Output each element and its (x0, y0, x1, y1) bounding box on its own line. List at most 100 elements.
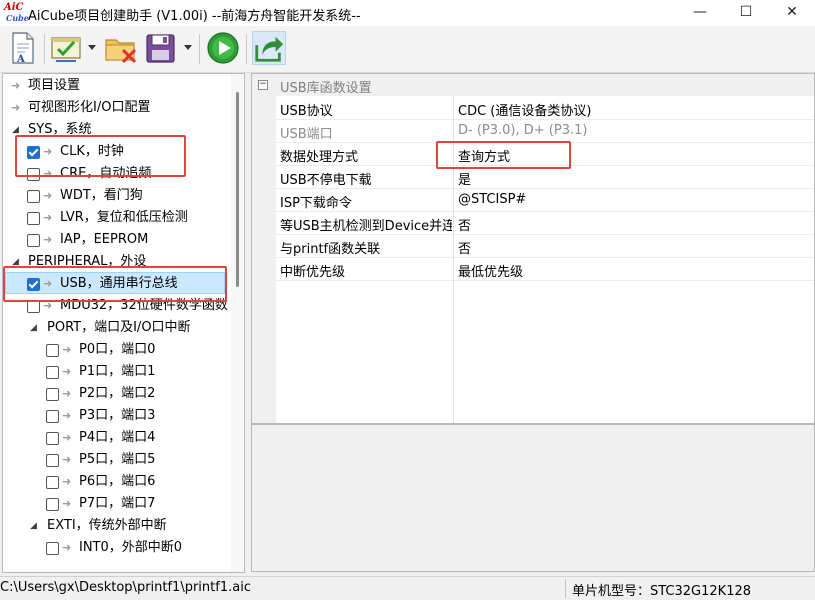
property-row-usb-download[interactable]: USB不停电下载 是 (276, 166, 814, 189)
check-list-icon (51, 37, 81, 62)
arrow-icon: ➜ (43, 145, 53, 158)
property-category[interactable]: − USB库函数设置 (252, 74, 814, 96)
checkbox-p6[interactable] (46, 476, 59, 489)
property-name: 与printf函数关联 (280, 242, 381, 257)
arrow-icon: ➜ (11, 79, 21, 92)
arrow-icon: ➜ (43, 233, 53, 246)
property-value[interactable]: 查询方式 (458, 146, 510, 165)
property-row-data-processing[interactable]: 数据处理方式 查询方式 (276, 143, 814, 166)
status-bar: C:\Users\gx\Desktop\printf1\printf1.aic … (0, 576, 815, 600)
maximize-button[interactable]: ☐ (723, 0, 769, 26)
collapse-icon[interactable]: − (258, 80, 268, 90)
toolbar: A (0, 26, 815, 73)
arrow-icon: ➜ (62, 365, 72, 378)
property-name: USB不停电下载 (280, 173, 372, 188)
expand-triangle-icon[interactable]: ◢ (12, 251, 19, 273)
delete-button[interactable] (104, 31, 138, 65)
arrow-icon: ➜ (62, 409, 72, 422)
arrow-icon: ➜ (62, 541, 72, 554)
checkbox-cre[interactable] (27, 168, 40, 181)
checkbox-p1[interactable] (46, 366, 59, 379)
export-button[interactable] (252, 31, 286, 65)
app-logo: AiC Cube (4, 2, 29, 23)
chip-model: 单片机型号：STC32G12K128 (572, 584, 752, 599)
arrow-icon: ➜ (62, 387, 72, 400)
window-title: AiCube项目创建助手 (V1.00i) --前海方舟智能开发系统-- (28, 9, 361, 24)
arrow-icon: ➜ (43, 277, 53, 290)
description-pane (251, 424, 815, 572)
property-row-usb-protocol[interactable]: USB协议 CDC (通信设备类协议) (276, 97, 814, 120)
export-icon (255, 36, 284, 62)
property-name: 等USB主机检测到Device并连接 (280, 219, 452, 234)
run-icon (207, 32, 239, 64)
checkbox-p4[interactable] (46, 432, 59, 445)
property-name: 数据处理方式 (280, 150, 359, 165)
property-name: 中断优先级 (280, 265, 346, 280)
status-separator (565, 579, 566, 598)
property-value[interactable]: @STCISP# (458, 192, 526, 207)
checkbox-p5[interactable] (46, 454, 59, 467)
arrow-icon: ➜ (43, 299, 53, 312)
title-bar: AiC Cube AiCube项目创建助手 (V1.00i) --前海方舟智能开… (0, 0, 815, 26)
checkbox-wdt[interactable] (27, 190, 40, 203)
component-tree[interactable]: ➜ 项目设置 ➜ 可视图形化I/O口配置 ◢ SYS，系统 ➜ CLK，时钟 ➜… (2, 73, 245, 573)
property-value[interactable]: 最低优先级 (458, 261, 523, 280)
property-row-wait-host[interactable]: 等USB主机检测到Device并连接 否 (276, 212, 814, 235)
tree-scrollbar-thumb[interactable] (236, 92, 239, 287)
checkbox-int0[interactable] (46, 542, 59, 555)
expand-triangle-icon[interactable]: ◢ (30, 317, 37, 339)
toolbar-separator (246, 34, 247, 64)
checklist-button[interactable] (50, 31, 84, 65)
property-name: USB协议 (280, 104, 333, 119)
project-path: C:\Users\gx\Desktop\printf1\printf1.aic (0, 580, 251, 595)
tree-scrollbar[interactable] (231, 74, 243, 572)
arrow-icon: ➜ (11, 101, 21, 114)
property-name: USB端口 (280, 127, 333, 142)
arrow-icon: ➜ (62, 475, 72, 488)
new-document-button[interactable]: A (8, 31, 38, 65)
property-row-usb-port: USB端口 D- (P3.0), D+ (P3.1) (276, 120, 814, 143)
property-row-interrupt-priority[interactable]: 中断优先级 最低优先级 (276, 258, 814, 281)
arrow-icon: ➜ (62, 453, 72, 466)
arrow-icon: ➜ (62, 343, 72, 356)
arrow-icon: ➜ (43, 211, 53, 224)
close-button[interactable]: ✕ (769, 0, 815, 26)
arrow-icon: ➜ (43, 167, 53, 180)
new-document-icon: A (12, 32, 34, 65)
property-value: D- (P3.0), D+ (P3.1) (458, 123, 588, 138)
expand-triangle-icon[interactable]: ◢ (12, 119, 19, 141)
checkbox-clk[interactable] (27, 146, 40, 159)
property-value[interactable]: 否 (458, 238, 471, 257)
checkbox-lvr[interactable] (27, 212, 40, 225)
property-value[interactable]: 是 (458, 169, 471, 188)
save-dropdown-icon[interactable] (184, 45, 192, 50)
property-value[interactable]: 否 (458, 215, 471, 234)
property-row-printf[interactable]: 与printf函数关联 否 (276, 235, 814, 258)
minimize-button[interactable]: — (677, 0, 723, 26)
property-grid[interactable]: − USB库函数设置 USB协议 CDC (通信设备类协议) USB端口 D- … (251, 73, 815, 424)
svg-text:A: A (16, 54, 25, 65)
arrow-icon: ➜ (62, 431, 72, 444)
category-label: USB库函数设置 (280, 81, 372, 96)
property-name: ISP下载命令 (280, 196, 352, 211)
property-value[interactable]: CDC (通信设备类协议) (458, 100, 591, 119)
run-button[interactable] (206, 31, 240, 65)
arrow-icon: ➜ (62, 497, 72, 510)
toolbar-separator (44, 34, 45, 64)
checkbox-p0[interactable] (46, 344, 59, 357)
checkbox-p7[interactable] (46, 498, 59, 511)
delete-folder-icon (105, 39, 137, 64)
property-row-isp-command[interactable]: ISP下载命令 @STCISP# (276, 189, 814, 212)
toolbar-separator (199, 34, 200, 64)
checkbox-iap[interactable] (27, 234, 40, 247)
checkbox-mdu32[interactable] (27, 300, 40, 313)
expand-triangle-icon[interactable]: ◢ (30, 515, 37, 537)
checkbox-p2[interactable] (46, 388, 59, 401)
checkbox-p3[interactable] (46, 410, 59, 423)
save-button[interactable] (144, 31, 178, 65)
save-disk-icon (146, 34, 175, 63)
property-grid-margin (252, 74, 276, 423)
checklist-dropdown-icon[interactable] (88, 45, 96, 50)
arrow-icon: ➜ (43, 189, 53, 202)
checkbox-usb[interactable] (27, 278, 40, 291)
